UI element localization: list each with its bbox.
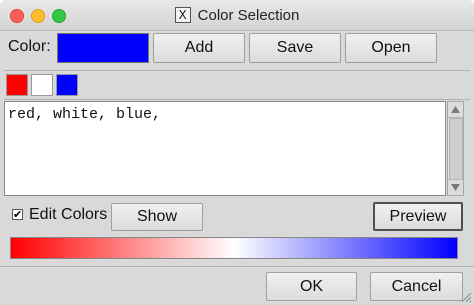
cancel-button[interactable]: Cancel — [370, 272, 463, 301]
edit-colors-checkbox[interactable]: ✔ — [12, 209, 23, 220]
color-selection-window: X Color Selection Color: Add Save Open r… — [0, 0, 474, 305]
editor-scrollbar[interactable] — [447, 101, 464, 196]
scroll-down-arrow-icon[interactable] — [448, 179, 463, 195]
edit-colors-label[interactable]: Edit Colors — [29, 206, 107, 224]
show-button[interactable]: Show — [111, 203, 203, 231]
resize-grip-icon[interactable] — [460, 291, 472, 303]
swatch-blue[interactable] — [56, 74, 78, 96]
ok-button[interactable]: OK — [266, 272, 357, 301]
x11-icon: X — [174, 7, 191, 23]
color-list-editor[interactable]: red, white, blue, — [4, 101, 446, 196]
title-bar[interactable]: X Color Selection — [0, 0, 474, 31]
footer-divider — [0, 266, 474, 267]
swatch-bar — [4, 70, 470, 100]
add-button[interactable]: Add — [153, 33, 245, 63]
color-gradient-preview — [10, 237, 458, 259]
current-color-preview — [57, 33, 149, 63]
swatch-red[interactable] — [6, 74, 28, 96]
preview-button[interactable]: Preview — [373, 202, 463, 231]
swatch-white[interactable] — [31, 74, 53, 96]
window-title: Color Selection — [197, 6, 300, 24]
scroll-thumb[interactable] — [449, 118, 463, 182]
save-button[interactable]: Save — [249, 33, 341, 63]
color-label: Color: — [8, 38, 51, 55]
scroll-up-arrow-icon[interactable] — [448, 102, 463, 118]
title-wrap: X Color Selection — [0, 0, 474, 30]
open-button[interactable]: Open — [345, 33, 437, 63]
